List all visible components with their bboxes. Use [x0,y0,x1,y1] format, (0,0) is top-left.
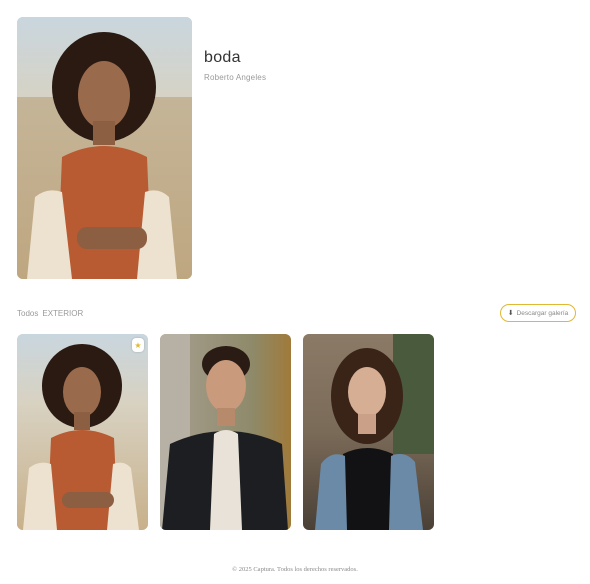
gallery-title: boda [204,49,241,66]
star-icon: ★ [134,340,142,350]
cover-photo [17,17,192,279]
gallery-photo[interactable] [160,334,291,530]
tab-todos[interactable]: Todos [17,309,38,318]
gallery-photo[interactable] [303,334,434,530]
download-gallery-button[interactable]: ⬇ Descargar galería [500,304,576,322]
tab-exterior[interactable]: EXTERIOR [42,309,83,318]
filter-tabs: Todos EXTERIOR [17,309,83,318]
favorite-badge[interactable]: ★ [132,338,144,352]
gallery-subtitle: Roberto Angeles [204,73,267,82]
gallery-photo[interactable]: ★ [17,334,148,530]
footer-copyright: © 2025 Captura. Todos los derechos reser… [232,566,358,573]
download-icon: ⬇ [507,310,514,317]
download-gallery-label: Descargar galería [516,309,569,317]
